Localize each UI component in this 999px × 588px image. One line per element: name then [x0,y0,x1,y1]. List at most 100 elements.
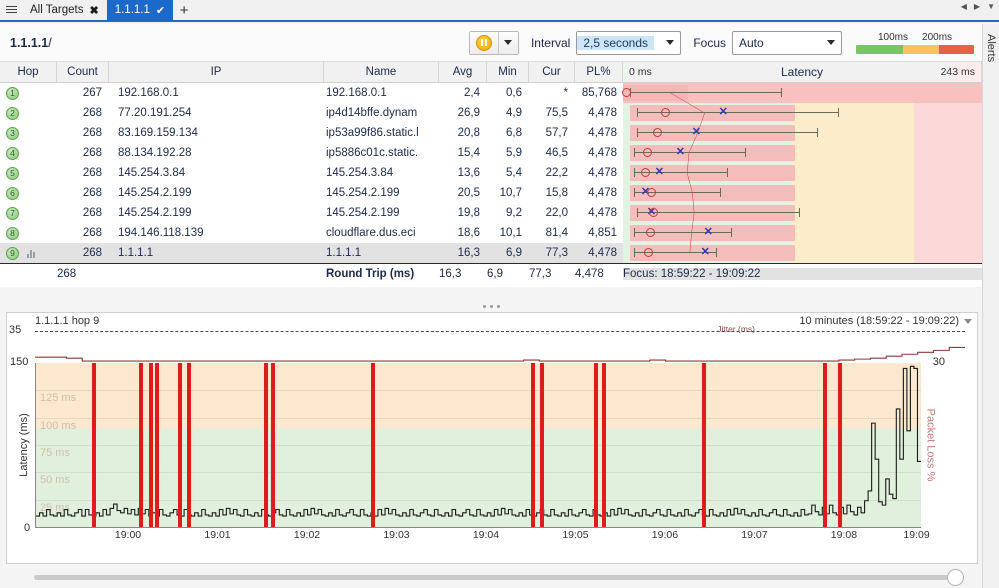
cell-avg: 18,6 [439,223,487,243]
cell-min: 5,9 [487,143,529,163]
col-name[interactable]: Name [324,62,439,82]
latency-color-legend: 100ms 200ms [856,32,974,54]
col-avg[interactable]: Avg [439,62,487,82]
cell-pl: 4,478 [575,183,623,203]
hops-table: Hop Count IP Name Avg Min Cur PL% 0 ms L… [0,62,982,287]
table-row[interactable]: 6268145.254.2.199145.254.2.19920,510,715… [0,183,982,203]
pause-button[interactable] [470,32,498,54]
hop-badge: 1 [6,87,19,100]
interval-select[interactable]: 2,5 seconds [576,31,681,55]
cell-name: 145.254.2.199 [324,203,439,223]
cell-pl: 85,768 [575,83,623,103]
whisker-cap [745,148,746,157]
nav-next-icon[interactable]: ▶ [974,3,980,11]
whisker-cap [817,128,818,137]
table-row[interactable]: 5268145.254.3.84145.254.3.8413,65,422,24… [0,163,982,183]
cell-name: 192.168.0.1 [324,83,439,103]
chart-header: 1.1.1.1 hop 9 10 minutes (18:59:22 - 19:… [7,313,977,329]
target-breadcrumb: 1.1.1.1/ [10,36,52,50]
cell-latency: ✕ [623,163,982,183]
pause-button-group[interactable] [469,31,519,55]
col-ip[interactable]: IP [109,62,324,82]
col-count[interactable]: Count [57,62,109,82]
total-label: Round Trip (ms) [324,268,439,280]
cell-ip: 77.20.191.254 [109,103,324,123]
close-icon[interactable]: ✖ [89,4,98,17]
col-min[interactable]: Min [487,62,529,82]
scrollbar-thumb[interactable] [947,569,964,586]
packet-loss-ymax: 30 [933,356,945,368]
col-latency[interactable]: 0 ms Latency 243 ms [623,62,982,82]
target-suffix: / [48,36,51,50]
cell-cur: 22,2 [529,163,575,183]
col-hop[interactable]: Hop [0,62,57,82]
cell-ip: 145.254.3.84 [109,163,324,183]
cell-name: ip4d14bffe.dynam [324,103,439,123]
cell-pl: 4,478 [575,103,623,123]
table-row[interactable]: 1267192.168.0.1192.168.0.12,40,6*85,768 [0,83,982,103]
detail-chart-panel: 1.1.1.1 hop 9 10 minutes (18:59:22 - 19:… [6,312,978,564]
cell-latency: ✕ [623,243,982,263]
table-row[interactable]: 92681.1.1.11.1.1.116,36,977,34,478✕ [0,243,982,263]
chevron-down-icon[interactable] [821,40,841,45]
current-marker-icon: ✕ [703,227,714,238]
cell-hop: 3 [0,123,57,143]
packet-loss-bar [602,363,606,527]
avg-marker-icon [653,128,662,137]
new-tab-button[interactable]: + [173,0,195,20]
latency-scale-end: 243 ms [941,66,975,78]
current-marker-icon: ✕ [691,127,702,138]
table-row[interactable]: 326883.169.159.134ip53a99f86.static.l20,… [0,123,982,143]
pause-dropdown-button[interactable] [498,32,518,54]
cell-min: 4,9 [487,103,529,123]
cell-ip: 88.134.192.28 [109,143,324,163]
table-row[interactable]: 226877.20.191.254ip4d14bffe.dynam26,94,9… [0,103,982,123]
hamburger-menu-icon[interactable] [0,0,22,19]
chevron-down-icon[interactable] [660,40,680,45]
cell-min: 5,4 [487,163,529,183]
avg-marker-icon [641,168,650,177]
cell-min: 6,9 [487,243,529,263]
cell-latency: ✕ [623,103,982,123]
cell-min: 6,8 [487,123,529,143]
nav-list-icon[interactable]: ▼ [987,3,995,11]
cell-avg: 20,8 [439,123,487,143]
cell-cur: 22,0 [529,203,575,223]
whisker-cap [634,248,635,257]
chart-range-label[interactable]: 10 minutes (18:59:22 - 19:09:22) [799,315,959,327]
latency-series [36,363,921,527]
cell-avg: 26,9 [439,103,487,123]
chart-bars-icon[interactable] [27,249,35,258]
table-row[interactable]: 426888.134.192.28ip5886c01c.static.15,45… [0,143,982,163]
alerts-sidebar[interactable]: Alerts [982,24,999,588]
jitter-series [35,329,965,363]
packet-loss-bar [838,363,842,527]
cell-ip: 145.254.2.199 [109,183,324,203]
whisker-cap [731,228,732,237]
whisker-cap [727,168,728,177]
col-cur[interactable]: Cur [529,62,575,82]
scrollbar-track[interactable] [34,575,964,580]
cell-cur: 15,8 [529,183,575,203]
table-row[interactable]: 8268194.146.118.139cloudflare.dus.eci18,… [0,223,982,243]
whisker-cap [838,108,839,117]
cell-min: 10,1 [487,223,529,243]
col-pl[interactable]: PL% [575,62,623,82]
table-row[interactable]: 7268145.254.2.199145.254.2.19919,89,222,… [0,203,982,223]
panel-splitter[interactable] [0,300,982,312]
whisker-cap [634,168,635,177]
nav-prev-icon[interactable]: ◀ [961,3,967,11]
focus-value: Auto [733,36,770,50]
tab-all-targets[interactable]: All Targets ✖ [22,0,107,20]
packet-loss-bar [178,363,182,527]
cell-latency: ✕ [623,183,982,203]
cell-count: 268 [57,103,109,123]
focus-select[interactable]: Auto [732,31,842,55]
application-window: All Targets ✖ 1.1.1.1 ✔ + ◀ ▶ ▼ 1.1.1.1/ [0,0,999,588]
whisker-cap [799,208,800,217]
latency-range-bar [630,105,795,121]
horizontal-scrollbar[interactable] [34,572,964,582]
chevron-down-icon[interactable] [964,319,972,324]
tab-1-1-1-1[interactable]: 1.1.1.1 ✔ [107,0,173,20]
cell-cur: * [529,83,575,103]
